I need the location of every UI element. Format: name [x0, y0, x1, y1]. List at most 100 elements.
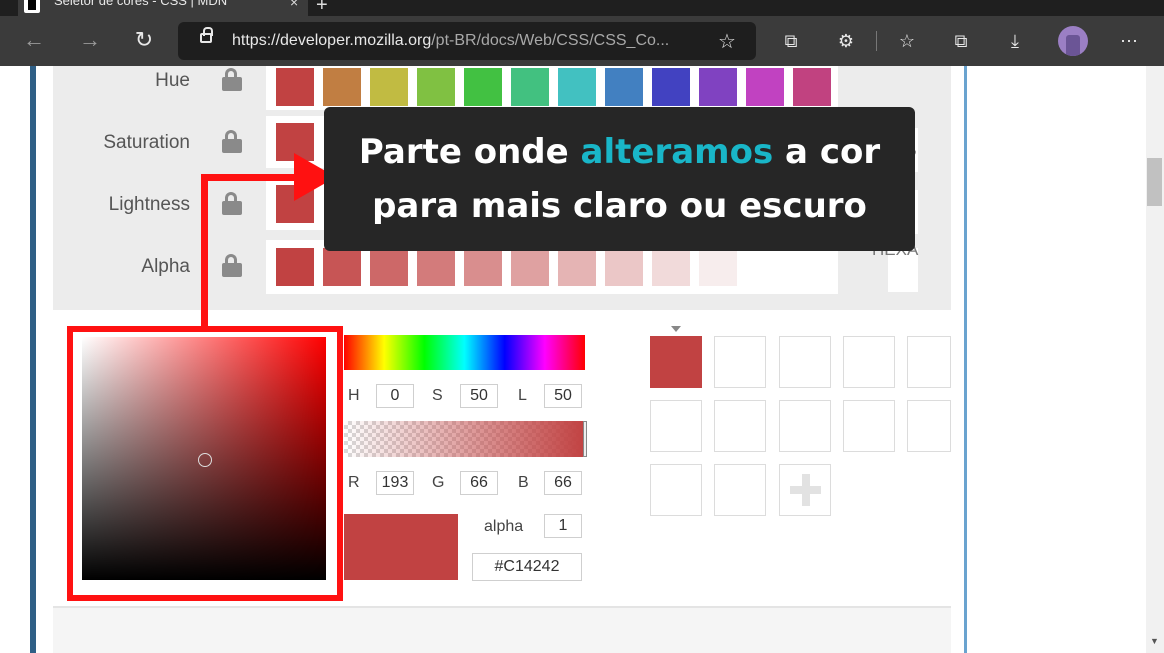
palette-slot[interactable] — [714, 464, 766, 516]
color-swatch[interactable] — [605, 68, 643, 106]
color-swatch[interactable] — [793, 68, 831, 106]
color-swatch[interactable] — [652, 248, 690, 286]
color-swatch[interactable] — [558, 68, 596, 106]
color-swatch[interactable] — [464, 68, 502, 106]
color-swatch[interactable] — [558, 248, 596, 286]
palette-slot[interactable] — [843, 336, 895, 388]
callout-text: a cor — [773, 132, 881, 172]
tab-title: Seletor de cores - CSS | MDN — [54, 0, 228, 8]
color-swatch[interactable] — [746, 68, 784, 106]
back-icon[interactable]: ← — [18, 25, 50, 57]
add-color-button[interactable] — [779, 464, 831, 516]
tab-strip: Seletor de cores - CSS | MDN × + — [0, 0, 1164, 16]
g-input[interactable]: 66 — [460, 471, 498, 495]
tab-close-icon[interactable]: × — [290, 0, 298, 10]
h-label: H — [348, 387, 360, 404]
scroll-down-icon[interactable]: ▼ — [1150, 636, 1159, 646]
more-icon[interactable]: ⋯ — [1116, 28, 1142, 54]
row-label-saturation: Saturation — [103, 132, 190, 153]
s-label: S — [432, 387, 443, 404]
selected-marker-icon — [671, 326, 681, 332]
color-swatch[interactable] — [605, 248, 643, 286]
add-favorite-icon[interactable]: ☆ — [718, 29, 736, 54]
g-label: G — [432, 474, 445, 491]
r-label: R — [348, 474, 360, 491]
palette-slot[interactable] — [779, 400, 831, 452]
r-input[interactable]: 193 — [376, 471, 414, 495]
new-tab-button[interactable]: + — [316, 0, 328, 17]
unlock-icon[interactable] — [222, 68, 242, 91]
tab-actions-icon[interactable]: ⧉ — [948, 28, 974, 54]
palette-slot[interactable] — [907, 400, 951, 452]
color-swatch[interactable] — [370, 248, 408, 286]
palette-slot[interactable] — [907, 336, 951, 388]
alpha-label: alpha — [484, 518, 524, 535]
palette-slot[interactable] — [843, 400, 895, 452]
h-input[interactable]: 0 — [376, 384, 414, 408]
favorites-icon[interactable]: ☆ — [894, 28, 920, 54]
palette-slot-selected[interactable] — [650, 336, 702, 388]
color-swatch[interactable] — [276, 248, 314, 286]
scrollbar-thumb[interactable] — [1147, 158, 1162, 206]
palette-slot[interactable] — [779, 336, 831, 388]
s-input[interactable]: 50 — [460, 384, 498, 408]
callout-line-2: para mais claro ou escuro — [372, 186, 867, 226]
lock-icon[interactable] — [200, 27, 213, 43]
row-label-lightness: Lightness — [108, 194, 190, 215]
url-text[interactable]: https://developer.mozilla.org/pt-BR/docs… — [232, 32, 669, 50]
mdn-favicon-icon — [24, 0, 40, 13]
forward-icon[interactable]: → — [74, 25, 106, 57]
highlight-box — [67, 326, 343, 601]
palette-slot[interactable] — [650, 400, 702, 452]
scrollbar[interactable] — [1146, 66, 1164, 653]
b-input[interactable]: 66 — [544, 471, 582, 495]
color-swatch[interactable] — [276, 68, 314, 106]
extensions-icon[interactable]: ⚙ — [833, 28, 859, 54]
browser-toolbar: ← → ↻ https://developer.mozilla.org/pt-B… — [0, 16, 1164, 66]
color-swatch[interactable] — [511, 68, 549, 106]
hue-swatch-row — [266, 66, 838, 110]
page-content: ▼ Hue Saturation Lightness Alpha B L HEX… — [0, 66, 1164, 653]
content-border — [30, 66, 36, 653]
palette-slot[interactable] — [650, 464, 702, 516]
color-preview — [344, 514, 458, 580]
unlock-icon[interactable] — [222, 130, 242, 153]
palette-slot[interactable] — [714, 400, 766, 452]
collections-icon[interactable]: ⧉ — [778, 28, 804, 54]
refresh-icon[interactable]: ↻ — [128, 25, 160, 57]
annotation-arrow-line — [201, 178, 208, 326]
hex-input[interactable]: #C14242 — [472, 553, 582, 581]
address-bar[interactable]: https://developer.mozilla.org/pt-BR/docs… — [178, 22, 756, 60]
color-swatch[interactable] — [370, 68, 408, 106]
callout-text: Parte onde — [358, 132, 581, 172]
unlock-icon[interactable] — [222, 192, 242, 215]
alpha-slider[interactable] — [344, 421, 585, 457]
color-swatch[interactable] — [699, 68, 737, 106]
url-path: /pt-BR/docs/Web/CSS/CSS_Co... — [431, 32, 670, 49]
row-label-alpha: Alpha — [141, 256, 190, 277]
profile-avatar[interactable] — [1058, 26, 1088, 56]
color-swatch[interactable] — [417, 248, 455, 286]
color-swatch[interactable] — [652, 68, 690, 106]
color-swatch[interactable] — [699, 248, 737, 286]
callout-line-1: Parte onde alteramos a cor — [324, 125, 915, 179]
color-swatch[interactable] — [323, 248, 361, 286]
browser-tab[interactable]: Seletor de cores - CSS | MDN × — [18, 0, 308, 16]
demo-frame-border — [964, 66, 967, 653]
toolbar-divider — [876, 31, 877, 51]
l-label: L — [518, 387, 527, 404]
l-input[interactable]: 50 — [544, 384, 582, 408]
callout-highlight: alteramos — [580, 132, 774, 172]
row-label-hue: Hue — [155, 70, 190, 91]
alpha-slider-handle[interactable] — [583, 421, 587, 457]
color-swatch[interactable] — [464, 248, 502, 286]
downloads-icon[interactable]: ⤓ — [1002, 28, 1028, 54]
color-swatch[interactable] — [511, 248, 549, 286]
palette-slot[interactable] — [714, 336, 766, 388]
hue-slider[interactable] — [344, 335, 585, 370]
alpha-input[interactable]: 1 — [544, 514, 582, 538]
unlock-icon[interactable] — [222, 254, 242, 277]
color-swatch[interactable] — [417, 68, 455, 106]
callout-box: Parte onde alteramos a cor para mais cla… — [324, 107, 915, 251]
color-swatch[interactable] — [323, 68, 361, 106]
